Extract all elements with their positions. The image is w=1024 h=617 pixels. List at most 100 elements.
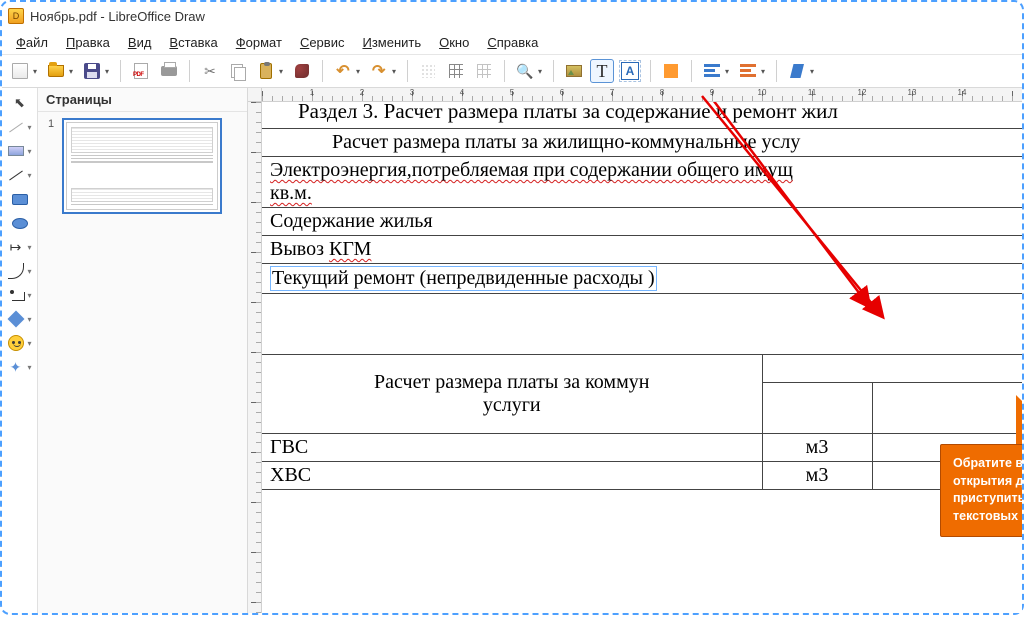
menubar: Файл Правка Вид Вставка Формат Сервис Из… bbox=[2, 30, 1022, 54]
export-pdf-button[interactable] bbox=[129, 59, 153, 83]
scissors-icon: ✂ bbox=[204, 64, 216, 78]
fill-icon bbox=[8, 146, 24, 156]
star-icon: ✦ bbox=[10, 359, 22, 376]
table-subtitle-2[interactable]: Расчет размера платы за коммунуслуги bbox=[262, 355, 762, 434]
table-cell[interactable]: м3 bbox=[762, 462, 872, 490]
folder-open-icon bbox=[48, 65, 64, 77]
dd[interactable]: ▾ bbox=[28, 123, 36, 132]
copy-button[interactable] bbox=[226, 59, 250, 83]
arrow-line-tool[interactable]: ↦ bbox=[4, 236, 28, 258]
align-objects-button[interactable] bbox=[700, 59, 724, 83]
page-thumbnail[interactable] bbox=[62, 118, 222, 214]
curve-icon bbox=[8, 263, 24, 279]
pointer-icon: ⬉ bbox=[14, 95, 25, 111]
menu-file[interactable]: Файл bbox=[8, 33, 56, 52]
annotation-callout: Обратите внимание, что сразу после откры… bbox=[940, 427, 1022, 537]
arrange-button[interactable] bbox=[736, 59, 760, 83]
grid-dots-button[interactable] bbox=[416, 59, 440, 83]
paste-button[interactable] bbox=[254, 59, 278, 83]
table-row[interactable]: ГВС bbox=[262, 434, 762, 462]
table-row[interactable]: Электроэнергия,потребляемая при содержан… bbox=[262, 157, 1022, 208]
zoom-button[interactable]: 🔍 bbox=[513, 59, 537, 83]
table-header[interactable]: индипотре bbox=[872, 383, 1022, 434]
pages-panel: Страницы 1 bbox=[38, 88, 248, 613]
horizontal-ruler[interactable]: 123 456 789 101112 1314 bbox=[262, 88, 1022, 102]
fontwork-icon: A bbox=[621, 62, 639, 80]
menu-help[interactable]: Справка bbox=[479, 33, 546, 52]
canvas-area: 123 456 789 101112 1314 Раздел 3. Расчет… bbox=[248, 88, 1022, 613]
table-row[interactable]: ХВС bbox=[262, 462, 762, 490]
titlebar: D Ноябрь.pdf - LibreOffice Draw bbox=[2, 2, 1022, 30]
table-row[interactable]: Вывоз КГМ bbox=[262, 236, 1022, 264]
rectangle-tool[interactable] bbox=[8, 188, 32, 210]
connector-icon bbox=[8, 288, 24, 302]
insert-text-button[interactable]: T bbox=[590, 59, 614, 83]
save-icon bbox=[84, 63, 100, 79]
vertical-ruler[interactable] bbox=[248, 102, 262, 613]
table-header[interactable] bbox=[762, 383, 872, 434]
line-thin-icon bbox=[8, 119, 24, 135]
arrow-right-icon: ↦ bbox=[10, 239, 22, 256]
page-thumb-number: 1 bbox=[48, 118, 54, 130]
paint-format-icon bbox=[295, 64, 309, 78]
print-button[interactable] bbox=[157, 59, 181, 83]
line-color-tool[interactable] bbox=[4, 116, 28, 138]
cube-icon bbox=[790, 64, 804, 78]
document-canvas[interactable]: Раздел 3. Расчет размера платы за содерж… bbox=[262, 102, 1022, 613]
menu-view[interactable]: Вид bbox=[120, 33, 160, 52]
redo-icon: ↶ bbox=[372, 61, 385, 81]
printer-icon bbox=[161, 66, 177, 76]
app-icon: D bbox=[8, 8, 24, 24]
table-cell[interactable]: м3 bbox=[762, 434, 872, 462]
helplines-icon bbox=[477, 64, 491, 78]
menu-format[interactable]: Формат bbox=[228, 33, 290, 52]
menu-modify[interactable]: Изменить bbox=[354, 33, 429, 52]
grid-dots-icon bbox=[421, 64, 435, 78]
stars-tool[interactable]: ✦ bbox=[4, 356, 28, 378]
smiley-icon bbox=[8, 335, 24, 351]
section-title[interactable]: Раздел 3. Расчет размера платы за содерж… bbox=[262, 102, 1022, 128]
ellipse-tool[interactable] bbox=[8, 212, 32, 234]
save-button[interactable] bbox=[80, 59, 104, 83]
image-icon bbox=[566, 65, 582, 77]
window-title: Ноябрь.pdf - LibreOffice Draw bbox=[30, 9, 205, 24]
menu-edit[interactable]: Правка bbox=[58, 33, 118, 52]
table-row[interactable]: Содержание жилья bbox=[262, 208, 1022, 236]
table-subtitle[interactable]: Расчет размера платы за жилищно-коммунал… bbox=[262, 129, 1022, 157]
pages-panel-title: Страницы bbox=[38, 88, 247, 112]
fill-color-tool[interactable] bbox=[4, 140, 28, 162]
undo-button[interactable]: ↶ bbox=[331, 59, 355, 83]
table-row-selected[interactable]: Текущий ремонт (непредвиденные расходы ) bbox=[262, 264, 1022, 294]
basic-shapes-tool[interactable] bbox=[4, 308, 28, 330]
menu-tools[interactable]: Сервис bbox=[292, 33, 353, 52]
rectangle-icon bbox=[12, 194, 28, 205]
text-icon: T bbox=[597, 61, 608, 82]
menu-insert[interactable]: Вставка bbox=[161, 33, 225, 52]
undo-icon: ↶ bbox=[336, 61, 349, 81]
snap-grid-button[interactable] bbox=[444, 59, 468, 83]
fontwork-button[interactable]: A bbox=[618, 59, 642, 83]
shadow-icon bbox=[664, 64, 678, 78]
menu-window[interactable]: Окно bbox=[431, 33, 477, 52]
table-header[interactable]: О bbox=[762, 355, 1022, 383]
align-icon bbox=[704, 64, 720, 78]
redo-button[interactable]: ↶ bbox=[367, 59, 391, 83]
insert-image-button[interactable] bbox=[562, 59, 586, 83]
symbol-shapes-tool[interactable] bbox=[4, 332, 28, 354]
grid-lines-icon bbox=[449, 64, 463, 78]
clone-format-button[interactable] bbox=[290, 59, 314, 83]
select-tool[interactable]: ⬉ bbox=[8, 92, 32, 114]
callout-text: Обратите внимание, что сразу после откры… bbox=[940, 444, 1022, 537]
curve-tool[interactable] bbox=[4, 260, 28, 282]
ellipse-icon bbox=[12, 218, 28, 229]
line-tool[interactable] bbox=[4, 164, 28, 186]
magnifier-icon: 🔍 bbox=[516, 64, 533, 78]
connector-tool[interactable] bbox=[4, 284, 28, 306]
helplines-button[interactable] bbox=[472, 59, 496, 83]
open-button[interactable] bbox=[44, 59, 68, 83]
pdf-icon bbox=[134, 63, 148, 79]
3d-effects-button[interactable] bbox=[785, 59, 809, 83]
shadow-button[interactable] bbox=[659, 59, 683, 83]
new-button[interactable] bbox=[8, 59, 32, 83]
cut-button[interactable]: ✂ bbox=[198, 59, 222, 83]
